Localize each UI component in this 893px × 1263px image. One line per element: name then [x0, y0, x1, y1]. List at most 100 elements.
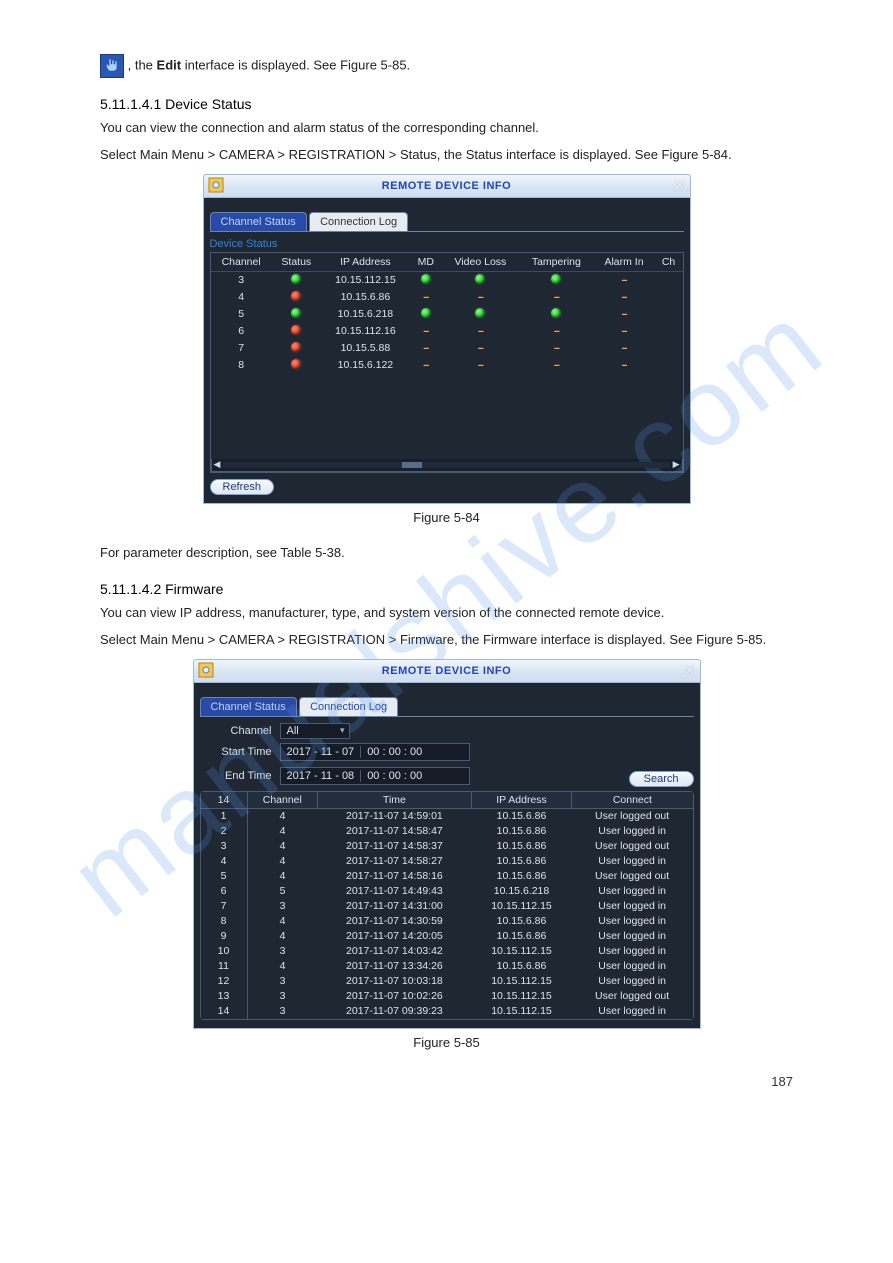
table-row: 732017-11-07 14:31:0010.15.112.15User lo… — [200, 899, 693, 914]
tab-channel-status[interactable]: Channel Status — [210, 212, 307, 231]
channel-select[interactable]: All — [280, 723, 350, 739]
titlebar-2: REMOTE DEVICE INFO ✕ — [193, 659, 701, 683]
status-dot — [475, 274, 485, 284]
col-channel: Channel — [247, 791, 318, 808]
col-md: MD — [410, 253, 442, 272]
dash-icon: -- — [554, 291, 559, 303]
table-row: 542017-11-07 14:58:1610.15.6.86User logg… — [200, 869, 693, 884]
close-icon[interactable]: ✕ — [674, 177, 686, 194]
status-dot — [291, 342, 301, 352]
table-row: 652017-11-07 14:49:4310.15.6.218User log… — [200, 884, 693, 899]
table-row: 842017-11-07 14:30:5910.15.6.86User logg… — [200, 914, 693, 929]
col-channel: Channel — [211, 253, 272, 272]
table-row: 1142017-11-07 13:34:2610.15.6.86User log… — [200, 959, 693, 974]
log-heading: 5.11.1.4.2 Firmware — [100, 581, 793, 597]
col-connect: Connect — [572, 791, 693, 808]
table-row: 810.15.6.122-------- — [211, 357, 683, 374]
dash-icon: -- — [423, 291, 428, 303]
search-button[interactable]: Search — [629, 771, 694, 787]
para-click-edit: , the Edit interface is displayed. See F… — [100, 54, 793, 78]
page-number: 187 — [100, 1074, 793, 1089]
scroll-knob[interactable] — [402, 462, 422, 468]
status-table: Channel Status IP Address MD Video Loss … — [211, 253, 683, 374]
dash-icon: -- — [478, 325, 483, 337]
channel-label: Channel — [200, 725, 272, 737]
col-time: Time — [318, 791, 472, 808]
dash-icon: -- — [423, 342, 428, 354]
table-row: 342017-11-07 14:58:3710.15.6.86User logg… — [200, 839, 693, 854]
hand-icon — [100, 54, 124, 78]
col-alarm-in: Alarm In — [593, 253, 654, 272]
table-row: 1232017-11-07 10:03:1810.15.112.15User l… — [200, 974, 693, 989]
app-icon-2 — [198, 662, 214, 678]
end-time-input[interactable]: 2017 - 11 - 0800 : 00 : 00 — [280, 767, 470, 785]
start-time-input[interactable]: 2017 - 11 - 0700 : 00 : 00 — [280, 743, 470, 761]
status-dot — [421, 274, 431, 284]
window-connection-log: REMOTE DEVICE INFO ✕ Channel Status Conn… — [193, 659, 701, 1029]
table-row: 610.15.112.16-------- — [211, 323, 683, 340]
dash-icon: -- — [621, 291, 626, 303]
status-dot — [475, 308, 485, 318]
table-row: 942017-11-07 14:20:0510.15.6.86User logg… — [200, 929, 693, 944]
step1: Select Main Menu > CAMERA > REGISTRATION… — [100, 145, 793, 166]
dash-icon: -- — [554, 342, 559, 354]
status-dot — [551, 274, 561, 284]
log-table: 14 Channel Time IP Address Connect 14201… — [200, 791, 694, 1020]
dash-icon: -- — [478, 342, 483, 354]
scroll-right-icon[interactable]: ▶ — [673, 459, 680, 470]
start-time-label: Start Time — [200, 746, 272, 758]
scroll-track[interactable] — [223, 462, 669, 468]
status-dot — [291, 359, 301, 369]
dash-icon: -- — [554, 359, 559, 371]
col-ip: IP Address — [471, 791, 572, 808]
figure1-caption: Figure 5-84 — [100, 510, 793, 525]
table-row: 510.15.6.218-- — [211, 306, 683, 323]
figure2-caption: Figure 5-85 — [100, 1035, 793, 1050]
tab-connection-log-2[interactable]: Connection Log — [299, 697, 398, 716]
hscrollbar[interactable]: ◀ ▶ — [211, 459, 683, 472]
dash-icon: -- — [478, 359, 483, 371]
table-row: 1432017-11-07 09:39:2310.15.112.15User l… — [200, 1004, 693, 1020]
table-row: 142017-11-07 14:59:0110.15.6.86User logg… — [200, 808, 693, 824]
tab-connection-log[interactable]: Connection Log — [309, 212, 408, 231]
refresh-button[interactable]: Refresh — [210, 479, 275, 495]
window-title-2: REMOTE DEVICE INFO — [382, 665, 511, 677]
scroll-left-icon[interactable]: ◀ — [214, 459, 221, 470]
window-title: REMOTE DEVICE INFO — [382, 180, 511, 192]
status-dot — [291, 325, 301, 335]
dash-icon: -- — [621, 342, 626, 354]
para-param-desc: For parameter description, see Table 5-3… — [100, 543, 793, 564]
status-dot — [291, 291, 301, 301]
col-ip: IP Address — [321, 253, 410, 272]
tab-channel-status-2[interactable]: Channel Status — [200, 697, 297, 716]
dash-icon: -- — [423, 359, 428, 371]
dash-icon: -- — [621, 274, 626, 286]
status-dot — [291, 274, 301, 284]
table-row: 1032017-11-07 14:03:4210.15.112.15User l… — [200, 944, 693, 959]
col-count: 14 — [200, 791, 247, 808]
table-row: 442017-11-07 14:58:2710.15.6.86User logg… — [200, 854, 693, 869]
status-heading: 5.11.1.4.1 Device Status — [100, 96, 793, 112]
col-tampering: Tampering — [519, 253, 593, 272]
titlebar: REMOTE DEVICE INFO ✕ — [203, 174, 691, 198]
dash-icon: -- — [621, 308, 626, 320]
table-row: 410.15.6.86-------- — [211, 289, 683, 306]
dash-icon: -- — [621, 359, 626, 371]
status-dot — [421, 308, 431, 318]
table-row: 1332017-11-07 10:02:2610.15.112.15User l… — [200, 989, 693, 1004]
para-log-desc: You can view IP address, manufacturer, t… — [100, 603, 793, 624]
table-row: 310.15.112.15-- — [211, 271, 683, 289]
app-icon — [208, 177, 224, 193]
dash-icon: -- — [423, 325, 428, 337]
dash-icon: -- — [554, 325, 559, 337]
col-video-loss: Video Loss — [442, 253, 520, 272]
dash-icon: -- — [621, 325, 626, 337]
table-row: 242017-11-07 14:58:4710.15.6.86User logg… — [200, 824, 693, 839]
end-time-label: End Time — [200, 770, 272, 782]
table-row: 710.15.5.88-------- — [211, 340, 683, 357]
close-icon-2[interactable]: ✕ — [684, 662, 696, 679]
window-channel-status: REMOTE DEVICE INFO ✕ Channel Status Conn… — [203, 174, 691, 504]
para-channel-status: You can view the connection and alarm st… — [100, 118, 793, 139]
dash-icon: -- — [478, 291, 483, 303]
status-dot — [291, 308, 301, 318]
